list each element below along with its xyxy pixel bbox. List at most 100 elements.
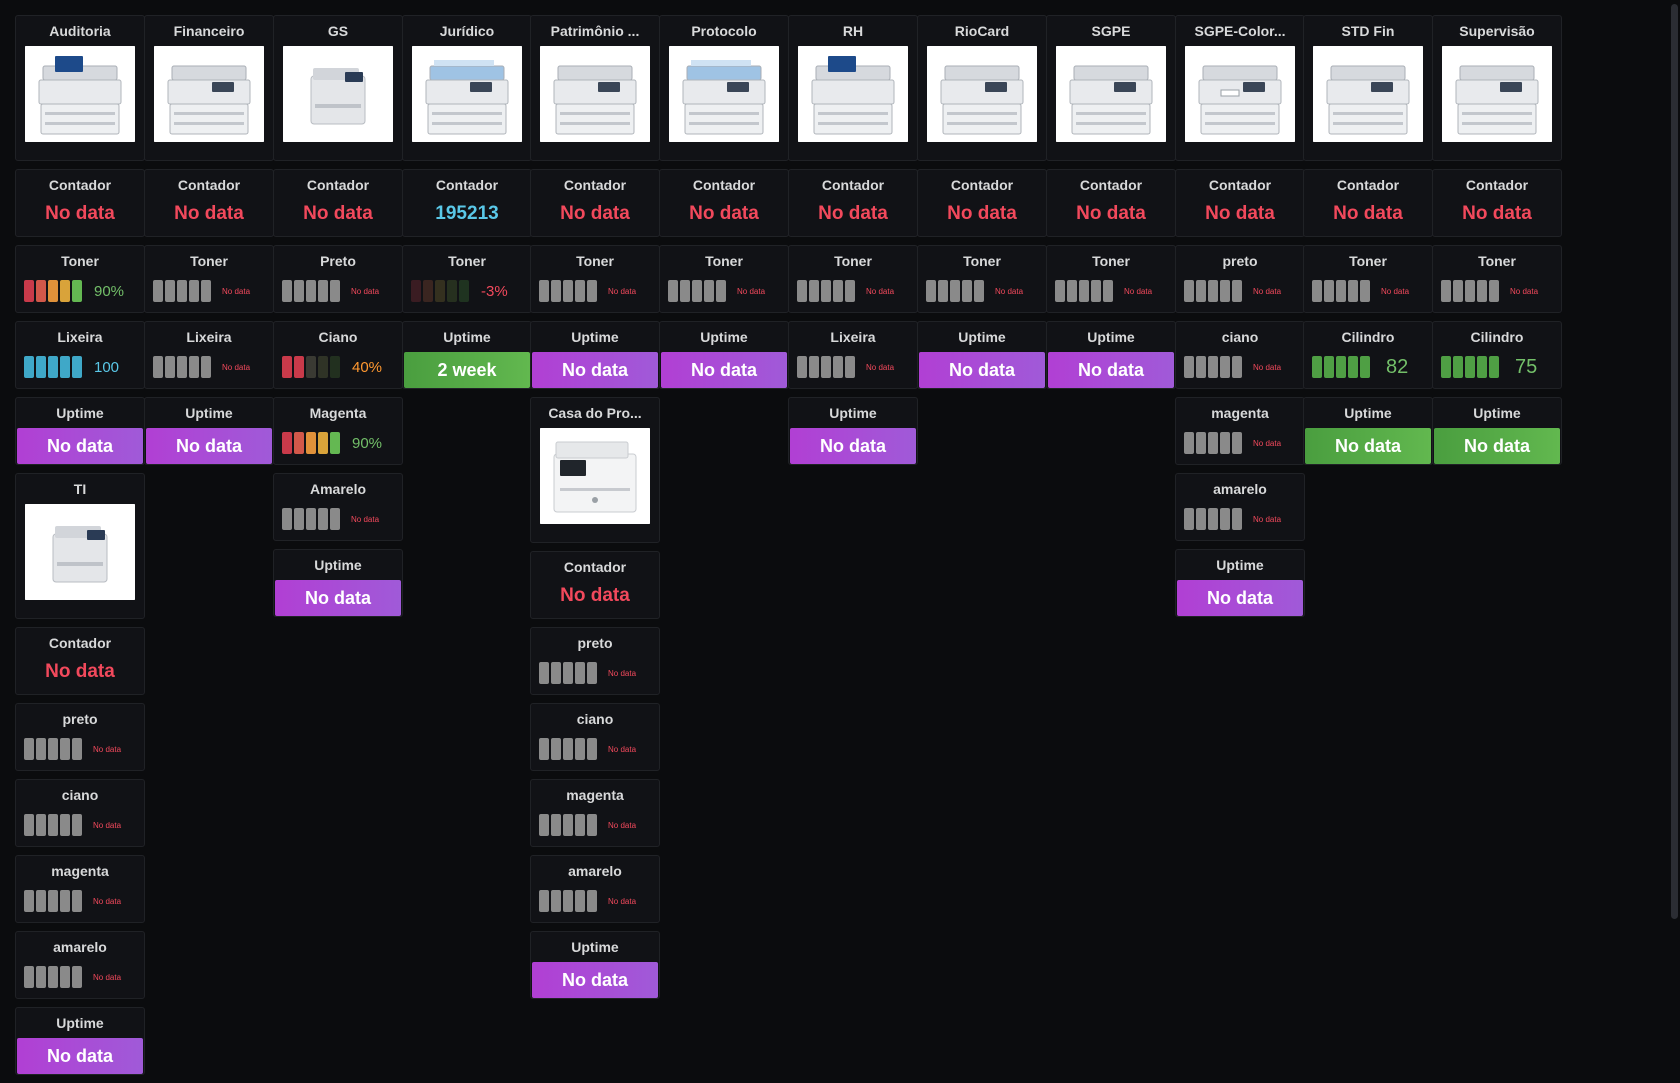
printer-image-panel[interactable]: RH (788, 15, 918, 161)
panel-title[interactable]: ciano (1176, 322, 1304, 352)
panel-title[interactable]: Magenta (274, 398, 402, 428)
uptime-panel[interactable]: Uptime No data (917, 321, 1047, 389)
panel-title[interactable]: Toner (660, 246, 788, 276)
counter-stat-panel[interactable]: Contador No data (1303, 169, 1433, 237)
panel-title[interactable]: Toner (918, 246, 1046, 276)
panel-title[interactable]: Casa do Pro... (531, 398, 659, 428)
bar-gauge-panel[interactable]: Preto No data (273, 245, 403, 313)
bar-gauge-panel[interactable]: Toner No data (144, 245, 274, 313)
panel-title[interactable]: Contador (1433, 170, 1561, 200)
panel-title[interactable]: Amarelo (274, 474, 402, 504)
panel-title[interactable]: Contador (274, 170, 402, 200)
panel-title[interactable]: Contador (16, 628, 144, 658)
printer-image-panel[interactable]: RioCard (917, 15, 1047, 161)
panel-title[interactable]: Protocolo (660, 16, 788, 46)
counter-stat-panel[interactable]: Contador 195213 (402, 169, 532, 237)
panel-title[interactable]: Uptime (918, 322, 1046, 352)
printer-image-panel[interactable]: STD Fin (1303, 15, 1433, 161)
panel-title[interactable]: Lixeira (789, 322, 917, 352)
panel-title[interactable]: Contador (531, 170, 659, 200)
panel-title[interactable]: STD Fin (1304, 16, 1432, 46)
uptime-panel[interactable]: Uptime 2 week (402, 321, 532, 389)
bar-gauge-panel[interactable]: Toner No data (917, 245, 1047, 313)
panel-title[interactable]: preto (531, 628, 659, 658)
counter-stat-panel[interactable]: Contador No data (144, 169, 274, 237)
scrollbar-thumb[interactable] (1671, 4, 1678, 919)
panel-title[interactable]: Ciano (274, 322, 402, 352)
uptime-panel[interactable]: Uptime No data (1303, 397, 1433, 465)
counter-stat-panel[interactable]: Contador No data (1175, 169, 1305, 237)
printer-image-panel[interactable]: GS (273, 15, 403, 161)
panel-title[interactable]: magenta (531, 780, 659, 810)
panel-title[interactable]: Lixeira (145, 322, 273, 352)
bar-gauge-panel[interactable]: Lixeira 100 (15, 321, 145, 389)
panel-title[interactable]: Toner (1304, 246, 1432, 276)
bar-gauge-panel[interactable]: magenta No data (530, 779, 660, 847)
panel-title[interactable]: TI (16, 474, 144, 504)
panel-title[interactable]: Toner (1047, 246, 1175, 276)
uptime-panel[interactable]: Uptime No data (1432, 397, 1562, 465)
panel-title[interactable]: SGPE (1047, 16, 1175, 46)
bar-gauge-panel[interactable]: Toner 90% (15, 245, 145, 313)
panel-title[interactable]: Uptime (660, 322, 788, 352)
panel-title[interactable]: Jurídico (403, 16, 531, 46)
counter-stat-panel[interactable]: Contador No data (1432, 169, 1562, 237)
panel-title[interactable]: Uptime (789, 398, 917, 428)
panel-title[interactable]: Toner (789, 246, 917, 276)
panel-title[interactable]: Contador (918, 170, 1046, 200)
panel-title[interactable]: Toner (531, 246, 659, 276)
panel-title[interactable]: Contador (1176, 170, 1304, 200)
panel-title[interactable]: Contador (16, 170, 144, 200)
bar-gauge-panel[interactable]: ciano No data (530, 703, 660, 771)
panel-title[interactable]: Uptime (16, 398, 144, 428)
uptime-panel[interactable]: Uptime No data (15, 397, 145, 465)
bar-gauge-panel[interactable]: Toner No data (659, 245, 789, 313)
panel-title[interactable]: RH (789, 16, 917, 46)
panel-title[interactable]: Financeiro (145, 16, 273, 46)
panel-title[interactable]: Toner (403, 246, 531, 276)
panel-title[interactable]: Uptime (1047, 322, 1175, 352)
panel-title[interactable]: Uptime (1304, 398, 1432, 428)
bar-gauge-panel[interactable]: Cilindro 82 (1303, 321, 1433, 389)
panel-title[interactable]: Contador (145, 170, 273, 200)
panel-title[interactable]: Uptime (403, 322, 531, 352)
bar-gauge-panel[interactable]: Ciano 40% (273, 321, 403, 389)
counter-stat-panel[interactable]: Contador No data (530, 169, 660, 237)
uptime-panel[interactable]: Uptime No data (788, 397, 918, 465)
bar-gauge-panel[interactable]: preto No data (15, 703, 145, 771)
uptime-panel[interactable]: Uptime No data (530, 321, 660, 389)
panel-title[interactable]: Contador (1047, 170, 1175, 200)
printer-image-panel[interactable]: Casa do Pro... (530, 397, 660, 543)
counter-stat-panel[interactable]: Contador No data (15, 169, 145, 237)
uptime-panel[interactable]: Uptime No data (1046, 321, 1176, 389)
bar-gauge-panel[interactable]: Amarelo No data (273, 473, 403, 541)
uptime-panel[interactable]: Uptime No data (15, 1007, 145, 1075)
uptime-panel[interactable]: Uptime No data (273, 549, 403, 617)
panel-title[interactable]: Toner (145, 246, 273, 276)
panel-title[interactable]: Supervisão (1433, 16, 1561, 46)
printer-image-panel[interactable]: Jurídico (402, 15, 532, 161)
bar-gauge-panel[interactable]: Magenta 90% (273, 397, 403, 465)
panel-title[interactable]: RioCard (918, 16, 1046, 46)
printer-image-panel[interactable]: Financeiro (144, 15, 274, 161)
bar-gauge-panel[interactable]: Cilindro 75 (1432, 321, 1562, 389)
panel-title[interactable]: Preto (274, 246, 402, 276)
panel-title[interactable]: ciano (531, 704, 659, 734)
bar-gauge-panel[interactable]: magenta No data (1175, 397, 1305, 465)
bar-gauge-panel[interactable]: Toner No data (788, 245, 918, 313)
panel-title[interactable]: Uptime (531, 932, 659, 962)
panel-title[interactable]: Lixeira (16, 322, 144, 352)
printer-image-panel[interactable]: Protocolo (659, 15, 789, 161)
counter-stat-panel[interactable]: Contador No data (659, 169, 789, 237)
panel-title[interactable]: Contador (531, 552, 659, 582)
bar-gauge-panel[interactable]: Toner No data (530, 245, 660, 313)
bar-gauge-panel[interactable]: amarelo No data (530, 855, 660, 923)
bar-gauge-panel[interactable]: ciano No data (15, 779, 145, 847)
uptime-panel[interactable]: Uptime No data (659, 321, 789, 389)
panel-title[interactable]: Toner (16, 246, 144, 276)
panel-title[interactable]: Contador (789, 170, 917, 200)
panel-title[interactable]: Uptime (531, 322, 659, 352)
panel-title[interactable]: amarelo (16, 932, 144, 962)
panel-title[interactable]: Uptime (1176, 550, 1304, 580)
uptime-panel[interactable]: Uptime No data (530, 931, 660, 999)
